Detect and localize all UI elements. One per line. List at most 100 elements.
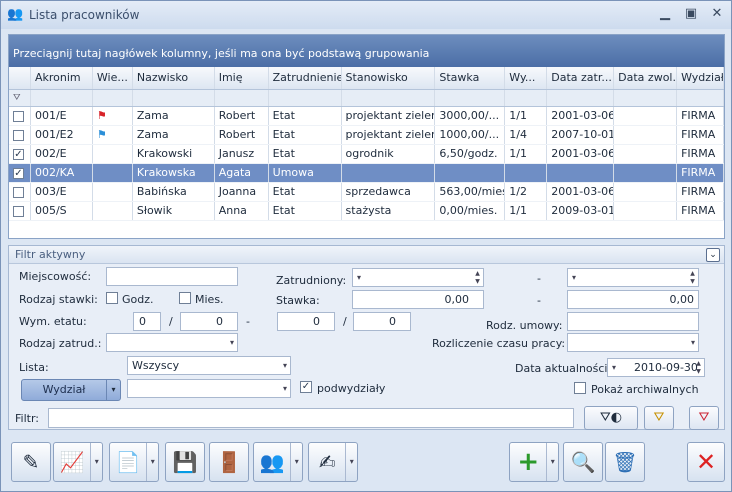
table-row[interactable]: ✓ 002/E Krakowski Janusz Etat ogrodnik 6,50/go… <box>9 145 724 164</box>
godz-checkbox[interactable] <box>106 292 118 304</box>
table-row[interactable]: 001/E2 ⚑ Zama Robert Etat projektant zieleni 1… <box>9 126 724 145</box>
row-checkbox[interactable] <box>13 111 24 122</box>
filter-wizard-button[interactable]: ⛛ <box>644 406 674 430</box>
group-by-area[interactable]: Przeciągnij tutaj nagłówek kolumny, jeśl… <box>9 35 724 67</box>
document-button[interactable]: 📄 ▾ <box>109 442 159 482</box>
column-header[interactable]: Stanowisko <box>342 67 436 89</box>
cell-akronim: 002/KA <box>31 164 93 182</box>
wym-etatu-num-1[interactable]: 0 <box>133 312 161 331</box>
wym-etatu-num-2[interactable]: 0 <box>277 312 335 331</box>
cell-imie: Janusz <box>215 145 269 163</box>
row-checkbox[interactable] <box>13 187 24 198</box>
cell-stawka: 3000,00/... <box>435 107 506 125</box>
close-icon[interactable]: ✕ <box>709 6 725 22</box>
add-button[interactable]: + ▾ <box>509 442 559 482</box>
row-checkbox[interactable]: ✓ <box>13 149 24 160</box>
cell-wydzial: FIRMA <box>677 202 724 220</box>
cell-imie: Agata <box>215 164 269 182</box>
minimize-icon[interactable]: ▁ <box>657 6 673 22</box>
podwydzialy-checkbox[interactable]: ✓ <box>300 381 312 393</box>
table-row[interactable]: ✓ 002/KA Krakowska Agata Umowa FIRMA <box>9 164 724 183</box>
column-header[interactable]: Wy... <box>505 67 548 89</box>
close-icon: ✕ <box>695 448 717 476</box>
pokaz-archiwalnych-checkbox[interactable] <box>574 382 586 394</box>
stawka-to-input[interactable]: 0,00 <box>567 290 699 309</box>
cell-wydzial: FIRMA <box>677 145 724 163</box>
flag-icon <box>93 145 133 163</box>
pen-user-icon: ✎ <box>22 450 40 474</box>
rodzaj-stawki-label: Rodzaj stawki: <box>19 293 98 306</box>
rozliczenie-select[interactable]: ▾ <box>567 333 699 352</box>
collapse-icon[interactable]: ⌄ <box>706 248 720 262</box>
apply-filter-button[interactable]: ⛛◐ <box>584 406 638 430</box>
column-header[interactable]: Imię <box>215 67 269 89</box>
maximize-icon[interactable]: ▣ <box>683 6 699 22</box>
mies-checkbox[interactable] <box>179 292 191 304</box>
flag-icon: ⚑ <box>93 126 133 144</box>
wydzial-select[interactable]: ▾ <box>127 379 291 398</box>
cell-zatr: Etat <box>269 183 342 201</box>
chevron-down-icon[interactable]: ▾ <box>345 443 357 481</box>
cell-stawka: 0,00/mies. <box>435 202 506 220</box>
chart-button[interactable]: 📈 ▾ <box>53 442 103 482</box>
flag-icon: ⚑ <box>96 128 107 141</box>
row-checkbox[interactable] <box>13 206 24 217</box>
column-header[interactable] <box>9 67 31 89</box>
filtr-input[interactable] <box>48 408 574 428</box>
wym-etatu-den-1[interactable]: 0 <box>180 312 238 331</box>
search-button[interactable]: 🔍 <box>563 442 603 482</box>
row-checkbox[interactable] <box>13 130 24 141</box>
wydzial-button[interactable]: Wydział ▾ <box>21 379 121 401</box>
chevron-down-icon[interactable]: ▾ <box>290 443 302 481</box>
text-edit-button[interactable]: ✍ ▾ <box>308 442 358 482</box>
edit-button[interactable]: ✎ <box>11 442 51 482</box>
data-aktualnosci-input[interactable]: ▾ 2010-09-30 ▲ ▼ <box>607 358 705 377</box>
close-button[interactable]: ✕ <box>687 442 725 482</box>
lista-select[interactable]: Wszyscy ▾ <box>127 356 291 375</box>
table-row[interactable]: 005/S Słowik Anna Etat stażysta 0,00/mies. 1/1… <box>9 202 724 221</box>
column-header[interactable]: Zatrudnienie <box>269 67 342 89</box>
rodzaj-zatrud-select[interactable]: ▾ <box>106 333 238 352</box>
godz-label: Godz. <box>122 293 154 306</box>
funnel-wand-icon: ⛛ <box>653 410 665 425</box>
column-header[interactable]: Wie... <box>93 67 133 89</box>
column-header[interactable]: Wydział <box>677 67 724 89</box>
delete-button[interactable]: 🗑 <box>605 442 645 482</box>
table-row[interactable]: 003/E Babińska Joanna Etat sprzedawca 563,00/… <box>9 183 724 202</box>
clear-filter-button[interactable]: ⛛ <box>689 406 719 430</box>
column-header[interactable]: Akronim <box>31 67 93 89</box>
save-button[interactable]: 💾 <box>165 442 205 482</box>
filter-row-icon: ⛛ <box>9 90 31 106</box>
chevron-down-icon[interactable]: ▾ <box>546 443 558 481</box>
cell-data_zatr <box>547 164 615 182</box>
column-header[interactable]: Nazwisko <box>133 67 215 89</box>
table-row[interactable]: 001/E ⚑ Zama Robert Etat projektant zieleni 30… <box>9 107 724 126</box>
chart-icon: 📈 <box>59 450 85 474</box>
stawka-from-input[interactable]: 0,00 <box>352 290 484 309</box>
cell-stanowisko: projektant zieleni <box>342 126 436 144</box>
funnel-icon: ⛛◐ <box>599 410 623 425</box>
cell-wym: 1/1 <box>505 107 548 125</box>
wym-etatu-den-2[interactable]: 0 <box>353 312 411 331</box>
column-header[interactable]: Stawka <box>435 67 506 89</box>
row-checkbox[interactable]: ✓ <box>13 168 24 179</box>
column-header[interactable]: Data zatr... <box>547 67 615 89</box>
open-button[interactable]: 🚪 <box>209 442 249 482</box>
rodz-umowy-input[interactable] <box>567 312 699 331</box>
zatrudniony-to-select[interactable]: ▾ ▲ ▼ <box>567 268 699 287</box>
chevron-down-icon[interactable]: ▾ <box>146 443 158 481</box>
miejscowosc-input[interactable] <box>106 267 238 286</box>
podwydzialy-label: podwydziały <box>317 382 386 395</box>
column-filter-row[interactable]: ⛛ <box>9 90 724 107</box>
group-button[interactable]: 👥 ▾ <box>253 442 303 482</box>
cell-nazwisko: Zama <box>133 107 215 125</box>
column-header[interactable]: Data zwol. <box>614 67 678 89</box>
zatrudniony-from-select[interactable]: ▾ ▲ ▼ <box>352 268 484 287</box>
chevron-down-icon[interactable]: ▾ <box>90 443 102 481</box>
rodz-umowy-label: Rodz. umowy: <box>486 319 563 332</box>
cell-wym <box>505 164 548 182</box>
filter-panel-header: Filtr aktywny <box>9 246 724 264</box>
floppy-icon: 💾 <box>172 450 198 474</box>
chevron-down-icon[interactable]: ▾ <box>106 380 120 400</box>
cell-akronim: 005/S <box>31 202 93 220</box>
